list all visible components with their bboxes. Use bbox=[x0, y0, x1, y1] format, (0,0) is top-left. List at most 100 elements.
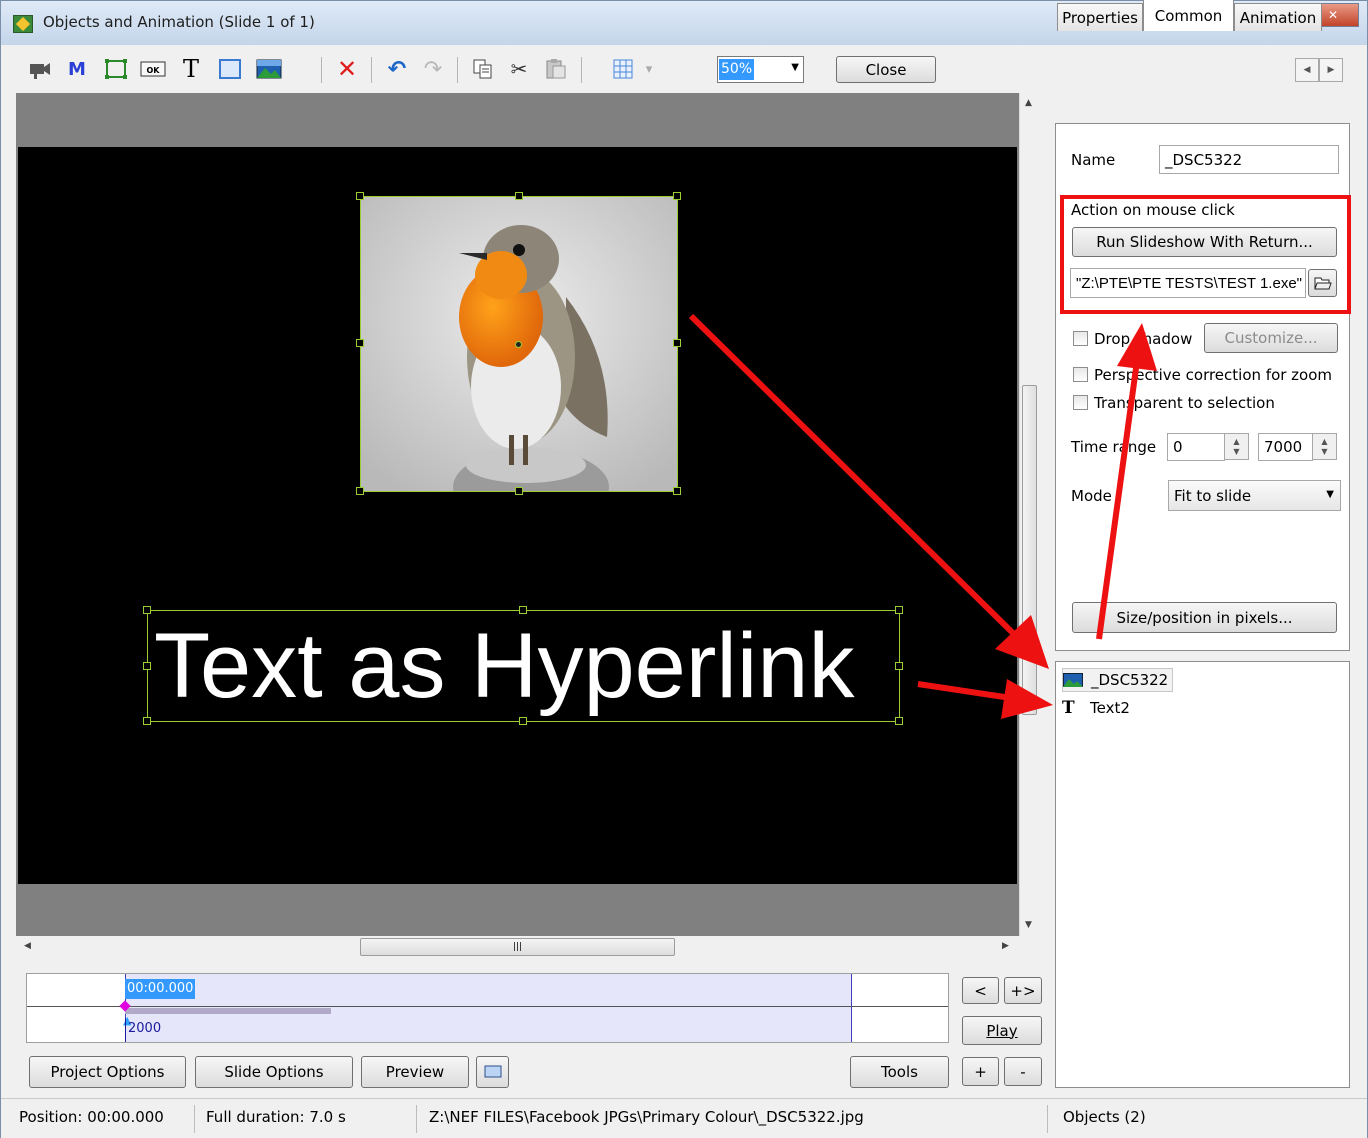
timeline-marker-line bbox=[125, 1018, 126, 1042]
video-object-icon[interactable] bbox=[27, 57, 53, 81]
app-icon bbox=[13, 15, 33, 33]
scroll-left-icon[interactable]: ◀ bbox=[24, 941, 31, 951]
status-divider bbox=[1047, 1105, 1048, 1133]
scroll-left-icon[interactable]: ◀ bbox=[1295, 58, 1319, 82]
time-start-spinner[interactable]: ▲ ▼ bbox=[1224, 433, 1249, 460]
resize-handle[interactable] bbox=[143, 717, 151, 725]
time-end-input[interactable]: 7000 bbox=[1258, 433, 1313, 461]
horizontal-scrollbar[interactable]: ◀ ||| ▶ bbox=[16, 936, 1019, 958]
zoom-value: 50% bbox=[719, 59, 755, 80]
mask-object-icon[interactable]: M bbox=[65, 57, 89, 81]
chevron-down-icon: ▼ bbox=[791, 62, 799, 73]
vertical-scrollbar[interactable]: ▲ ▼ bbox=[1019, 93, 1038, 936]
cut-icon[interactable]: ✂ bbox=[507, 57, 531, 81]
delete-icon[interactable]: ✕ bbox=[335, 55, 359, 83]
time-start-input[interactable]: 0 bbox=[1167, 433, 1225, 461]
slide-options-button[interactable]: Slide Options bbox=[195, 1056, 353, 1088]
play-button[interactable]: Play bbox=[962, 1016, 1042, 1045]
scroll-right-icon[interactable]: ▶ bbox=[1002, 941, 1009, 951]
mode-select[interactable]: Fit to slide ▼ bbox=[1168, 480, 1341, 511]
tab-common[interactable]: Common bbox=[1143, 0, 1234, 31]
resize-handle[interactable] bbox=[356, 339, 364, 347]
timeline-marker-value: 2000 bbox=[128, 1021, 162, 1036]
size-position-button[interactable]: Size/position in pixels... bbox=[1072, 602, 1337, 633]
scroll-down-icon[interactable]: ▼ bbox=[1025, 920, 1032, 930]
zoom-out-timeline-button[interactable]: - bbox=[1004, 1057, 1042, 1086]
transparent-checkbox[interactable] bbox=[1073, 395, 1088, 410]
resize-handle[interactable] bbox=[515, 487, 523, 495]
resize-handle[interactable] bbox=[143, 662, 151, 670]
timeline[interactable]: 00:00.000 ▲ 2000 bbox=[26, 973, 949, 1043]
tab-animation[interactable]: Animation bbox=[1234, 3, 1322, 31]
fullscreen-preview-button[interactable] bbox=[476, 1056, 509, 1088]
status-duration: Full duration: 7.0 s bbox=[206, 1108, 346, 1126]
image-object-icon[interactable] bbox=[255, 57, 283, 81]
timeline-divider bbox=[27, 1006, 948, 1007]
name-input[interactable]: _DSC5322 bbox=[1159, 145, 1339, 174]
resize-handle[interactable] bbox=[519, 717, 527, 725]
name-label: Name bbox=[1071, 151, 1116, 169]
drop-shadow-checkbox[interactable] bbox=[1073, 331, 1088, 346]
time-range-label: Time range bbox=[1071, 438, 1157, 456]
status-position: Position: 00:00.000 bbox=[19, 1108, 164, 1126]
prev-keyframe-button[interactable]: < bbox=[962, 977, 999, 1004]
redo-icon[interactable]: ↷ bbox=[421, 57, 445, 82]
image-icon bbox=[1063, 673, 1083, 687]
vertical-scroll-thumb[interactable] bbox=[1022, 385, 1037, 715]
preview-button[interactable]: Preview bbox=[361, 1056, 469, 1088]
resize-handle[interactable] bbox=[519, 606, 527, 614]
status-objects-count: Objects (2) bbox=[1063, 1108, 1146, 1126]
resize-handle[interactable] bbox=[673, 192, 681, 200]
paste-icon[interactable] bbox=[543, 57, 569, 81]
resize-handle[interactable] bbox=[356, 192, 364, 200]
toolbar-separator bbox=[457, 57, 458, 83]
highlight-box bbox=[1060, 195, 1351, 314]
panel-scroll-arrows: ◀ ▶ bbox=[1295, 58, 1343, 82]
object-list[interactable]: _DSC5322 T Text2 bbox=[1055, 661, 1350, 1088]
list-item[interactable]: _DSC5322 bbox=[1062, 668, 1174, 692]
status-divider bbox=[416, 1105, 417, 1133]
resize-handle[interactable] bbox=[356, 487, 364, 495]
customize-button[interactable]: Customize... bbox=[1204, 323, 1338, 353]
object-name: Text2 bbox=[1090, 699, 1130, 717]
tools-button[interactable]: Tools bbox=[850, 1056, 949, 1088]
horizontal-scroll-thumb[interactable]: ||| bbox=[360, 938, 675, 956]
time-end-spinner[interactable]: ▲ ▼ bbox=[1312, 433, 1337, 460]
grid-icon[interactable] bbox=[611, 57, 635, 81]
resize-handle[interactable] bbox=[895, 662, 903, 670]
object-name: _DSC5322 bbox=[1091, 671, 1169, 689]
text-object-content: Text as Hyperlink bbox=[154, 615, 855, 717]
close-button[interactable]: Close bbox=[836, 56, 936, 83]
center-point[interactable] bbox=[515, 341, 522, 348]
project-options-button[interactable]: Project Options bbox=[29, 1056, 186, 1088]
frame-object-icon[interactable] bbox=[103, 57, 129, 81]
resize-handle[interactable] bbox=[895, 717, 903, 725]
rectangle-object-icon[interactable] bbox=[217, 57, 243, 81]
resize-handle[interactable] bbox=[515, 192, 523, 200]
scroll-right-icon[interactable]: ▶ bbox=[1319, 58, 1343, 82]
scroll-up-icon[interactable]: ▲ bbox=[1025, 98, 1032, 108]
undo-icon[interactable]: ↶ bbox=[385, 57, 409, 82]
resize-handle[interactable] bbox=[895, 606, 903, 614]
zoom-select[interactable]: 50% ▼ bbox=[717, 56, 804, 83]
status-bar: Position: 00:00.000 Full duration: 7.0 s… bbox=[1, 1098, 1367, 1138]
tab-properties[interactable]: Properties bbox=[1057, 3, 1143, 31]
grid-dropdown-icon[interactable]: ▾ bbox=[641, 57, 657, 81]
resize-handle[interactable] bbox=[143, 606, 151, 614]
svg-text:OK: OK bbox=[147, 66, 161, 75]
zoom-in-timeline-button[interactable]: + bbox=[962, 1057, 999, 1086]
list-item[interactable]: T Text2 bbox=[1062, 696, 1130, 720]
text-object[interactable]: Text as Hyperlink bbox=[147, 610, 900, 722]
copy-icon[interactable] bbox=[471, 57, 495, 81]
perspective-checkbox[interactable] bbox=[1073, 367, 1088, 382]
button-object-icon[interactable]: OK bbox=[139, 57, 167, 81]
resize-handle[interactable] bbox=[673, 487, 681, 495]
chevron-down-icon: ▼ bbox=[1326, 489, 1334, 500]
resize-handle[interactable] bbox=[673, 339, 681, 347]
monitor-icon bbox=[484, 1065, 501, 1078]
text-object-icon[interactable]: T bbox=[179, 55, 203, 83]
mode-label: Mode bbox=[1071, 487, 1112, 505]
toolbar-separator bbox=[371, 57, 372, 83]
timeline-object-bar[interactable] bbox=[125, 1008, 331, 1014]
next-add-keyframe-button[interactable]: +> bbox=[1004, 977, 1042, 1004]
